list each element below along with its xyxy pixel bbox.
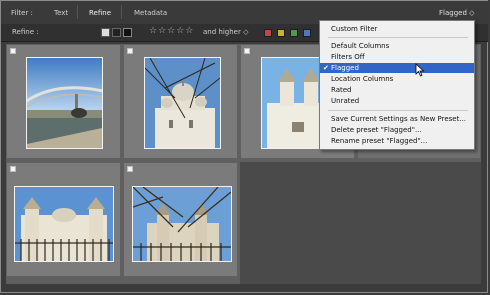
menu-item-filters-off[interactable]: Filters Off [320, 52, 474, 62]
checkmark-icon: ✔ [323, 64, 329, 72]
preset-menu: Custom Filter Default Columns Filters Of… [319, 20, 475, 150]
thumbnail-cell[interactable] [123, 44, 238, 159]
flag-icon[interactable] [127, 166, 133, 172]
menu-item-delete-preset[interactable]: Delete preset "Flagged"... [320, 125, 474, 135]
flag-icon[interactable] [127, 48, 133, 54]
tab-divider [77, 5, 78, 19]
yellow-label-filter[interactable] [277, 29, 285, 37]
star-rating-filter[interactable]: ☆☆☆☆☆ [149, 26, 194, 36]
tab-text[interactable]: Text [54, 9, 68, 17]
menu-item-rated[interactable]: Rated [320, 85, 474, 95]
empty-grid-area [240, 162, 481, 284]
menu-item-location-columns[interactable]: Location Columns [320, 74, 474, 84]
menu-item-unrated[interactable]: Unrated [320, 96, 474, 106]
menu-item-rename-preset[interactable]: Rename preset "Flagged"... [320, 136, 474, 146]
rating-comparison-dropdown[interactable]: and higher ◇ [203, 28, 248, 36]
menu-separator [328, 37, 468, 38]
thumbnail-cell[interactable] [123, 162, 238, 277]
filter-label: Filter : [11, 9, 33, 17]
menu-item-flagged[interactable]: ✔ Flagged [320, 63, 474, 73]
flag-icon[interactable] [10, 166, 16, 172]
blue-label-filter[interactable] [303, 29, 311, 37]
flag-icon[interactable] [10, 48, 16, 54]
photo-church-fence [14, 186, 114, 262]
unflagged-filter-icon[interactable] [112, 28, 121, 37]
menu-item-custom-filter[interactable]: Custom Filter [320, 24, 474, 34]
menu-item-default-columns[interactable]: Default Columns [320, 41, 474, 51]
green-label-filter[interactable] [290, 29, 298, 37]
tab-metadata[interactable]: Metadata [134, 9, 167, 17]
thumbnail-cell[interactable] [6, 162, 121, 277]
photo-domed-church [144, 57, 221, 149]
menu-item-save-preset[interactable]: Save Current Settings as New Preset... [320, 114, 474, 124]
refine-label: Refine : [12, 28, 39, 36]
red-label-filter[interactable] [264, 29, 272, 37]
rejected-filter-icon[interactable] [123, 28, 132, 37]
mouse-cursor-icon [415, 63, 425, 77]
tab-divider [121, 5, 122, 19]
thumbnail-cell[interactable] [6, 44, 121, 159]
photo-footbridge [26, 57, 103, 149]
photo-church-trees [132, 186, 232, 262]
flag-icon[interactable] [244, 48, 250, 54]
flag-filter-icon[interactable] [101, 28, 110, 37]
preset-dropdown[interactable]: Flagged ◇ [439, 9, 475, 17]
tab-refine[interactable]: Refine [89, 9, 111, 17]
menu-separator [328, 110, 468, 111]
